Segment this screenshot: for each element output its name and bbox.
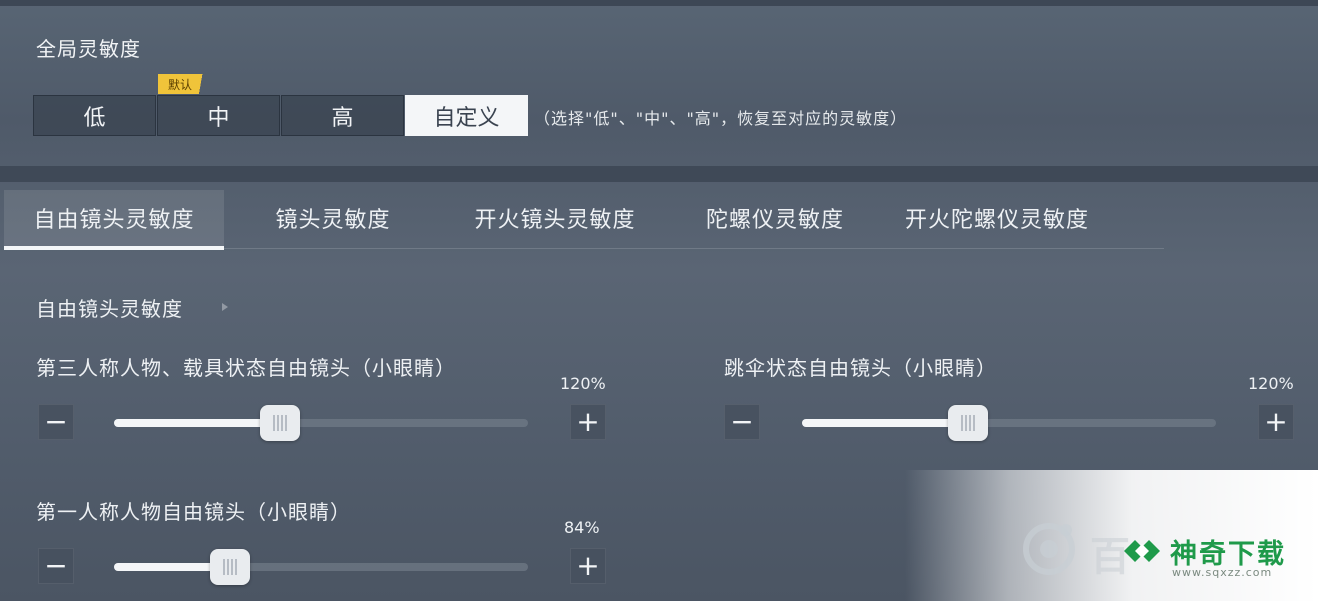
slider-thumb[interactable] (210, 549, 250, 585)
tab-fire-camera[interactable]: 开火镜头灵敏度 (440, 190, 670, 246)
grip-icon (273, 415, 287, 431)
section-title: 自由镜头灵敏度 (36, 297, 183, 321)
plus-icon: + (576, 405, 600, 438)
tabs-underline (224, 248, 1164, 249)
increase-button[interactable]: + (570, 548, 606, 584)
brand-logo-icon (1124, 540, 1160, 562)
tab-camera[interactable]: 镜头灵敏度 (238, 190, 428, 246)
slider-fill (114, 419, 280, 427)
minus-icon: − (730, 405, 754, 438)
slider-thumb[interactable] (948, 405, 988, 441)
minus-icon: − (44, 549, 68, 582)
decrease-button[interactable]: − (38, 404, 74, 440)
tab-free-camera[interactable]: 自由镜头灵敏度 (4, 190, 224, 250)
slider-thumb[interactable] (260, 405, 300, 441)
slider-first-person: 第一人称人物自由镜头（小眼睛） 84% − + (36, 496, 616, 596)
plus-icon: + (576, 549, 600, 582)
slider-value: 120% (560, 374, 606, 393)
tab-fire-gyroscope[interactable]: 开火陀螺仪灵敏度 (880, 190, 1114, 246)
slider-track[interactable] (114, 549, 528, 585)
slider-parachute: 跳伞状态自由镜头（小眼睛） 120% − + (724, 352, 1304, 452)
slider-third-person: 第三人称人物、载具状态自由镜头（小眼睛） 120% − + (36, 352, 616, 452)
preset-group: 低 中 高 自定义 默认 (33, 74, 529, 136)
global-sensitivity-title: 全局灵敏度 (36, 37, 141, 61)
slider-label: 第三人称人物、载具状态自由镜头（小眼睛） (36, 356, 456, 380)
grip-icon (961, 415, 975, 431)
slider-track[interactable] (802, 405, 1216, 441)
slider-label: 第一人称人物自由镜头（小眼睛） (36, 500, 351, 524)
preset-custom-button[interactable]: 自定义 (405, 95, 528, 136)
preset-medium-button[interactable]: 中 (157, 95, 280, 136)
minus-icon: − (44, 405, 68, 438)
watermark-url: www.sqxzz.com (1172, 566, 1273, 579)
tab-gyroscope[interactable]: 陀螺仪灵敏度 (684, 190, 866, 246)
slider-label: 跳伞状态自由镜头（小眼睛） (724, 356, 997, 380)
increase-button[interactable]: + (1258, 404, 1294, 440)
default-badge: 默认 (158, 74, 211, 94)
section-divider (0, 166, 1318, 182)
slider-value: 120% (1248, 374, 1294, 393)
slider-track[interactable] (114, 405, 528, 441)
preset-low-button[interactable]: 低 (33, 95, 156, 136)
preset-hint: （选择"低"、"中"、"高"，恢复至对应的灵敏度） (534, 109, 908, 128)
decrease-button[interactable]: − (38, 548, 74, 584)
grip-icon (223, 559, 237, 575)
watermark-logo-icon (1023, 523, 1075, 575)
plus-icon: + (1264, 405, 1288, 438)
preset-high-button[interactable]: 高 (281, 95, 404, 136)
increase-button[interactable]: + (570, 404, 606, 440)
slider-value: 84% (564, 518, 600, 537)
section-arrow-icon (222, 303, 228, 311)
sensitivity-tabs: 自由镜头灵敏度 镜头灵敏度 开火镜头灵敏度 陀螺仪灵敏度 开火陀螺仪灵敏度 (0, 190, 1318, 250)
decrease-button[interactable]: − (724, 404, 760, 440)
slider-fill (802, 419, 968, 427)
settings-panel: 全局灵敏度 低 中 高 自定义 默认 （选择"低"、"中"、"高"，恢复至对应的… (0, 0, 1318, 601)
top-strip (0, 0, 1318, 6)
